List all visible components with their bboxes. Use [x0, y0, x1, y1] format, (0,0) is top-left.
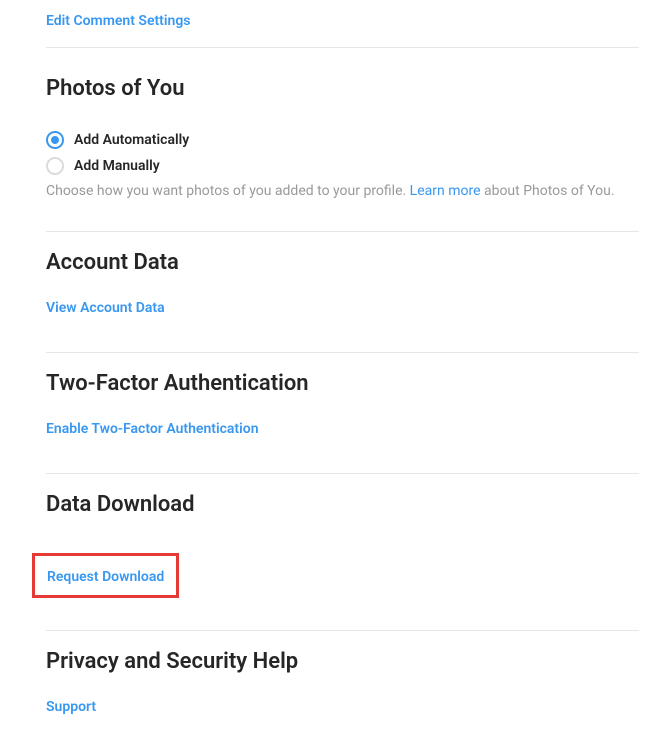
view-account-data-link[interactable]: View Account Data: [46, 300, 165, 316]
photos-of-you-section: Photos of You Add Automatically Add Manu…: [46, 48, 639, 211]
radio-add-manually[interactable]: Add Manually: [46, 157, 639, 175]
divider: [46, 352, 639, 353]
support-link[interactable]: Support: [46, 699, 96, 715]
radio-selected-icon: [46, 131, 64, 149]
highlight-annotation: Request Download: [32, 553, 179, 598]
data-download-title: Data Download: [46, 492, 639, 517]
account-data-title: Account Data: [46, 250, 639, 275]
radio-label-manual: Add Manually: [74, 158, 160, 174]
two-factor-section: Two-Factor Authentication Enable Two-Fac…: [46, 371, 639, 453]
edit-comment-settings-link[interactable]: Edit Comment Settings: [46, 13, 191, 29]
data-download-section: Data Download Request Download: [46, 492, 639, 610]
settings-page: Edit Comment Settings Photos of You Add …: [46, 10, 639, 727]
privacy-help-title: Privacy and Security Help: [46, 649, 639, 674]
request-download-link[interactable]: Request Download: [47, 569, 164, 585]
radio-unselected-icon: [46, 157, 64, 175]
divider: [46, 630, 639, 631]
two-factor-title: Two-Factor Authentication: [46, 371, 639, 396]
privacy-help-section: Privacy and Security Help Support: [46, 649, 639, 727]
photos-of-you-title: Photos of You: [46, 76, 639, 101]
account-data-section: Account Data View Account Data: [46, 250, 639, 332]
radio-label-auto: Add Automatically: [74, 132, 189, 148]
radio-add-automatically[interactable]: Add Automatically: [46, 131, 639, 149]
divider: [46, 473, 639, 474]
learn-more-link[interactable]: Learn more: [410, 183, 481, 199]
divider: [46, 231, 639, 232]
enable-two-factor-link[interactable]: Enable Two-Factor Authentication: [46, 421, 259, 437]
photos-help-text: Choose how you want photos of you added …: [46, 183, 639, 199]
